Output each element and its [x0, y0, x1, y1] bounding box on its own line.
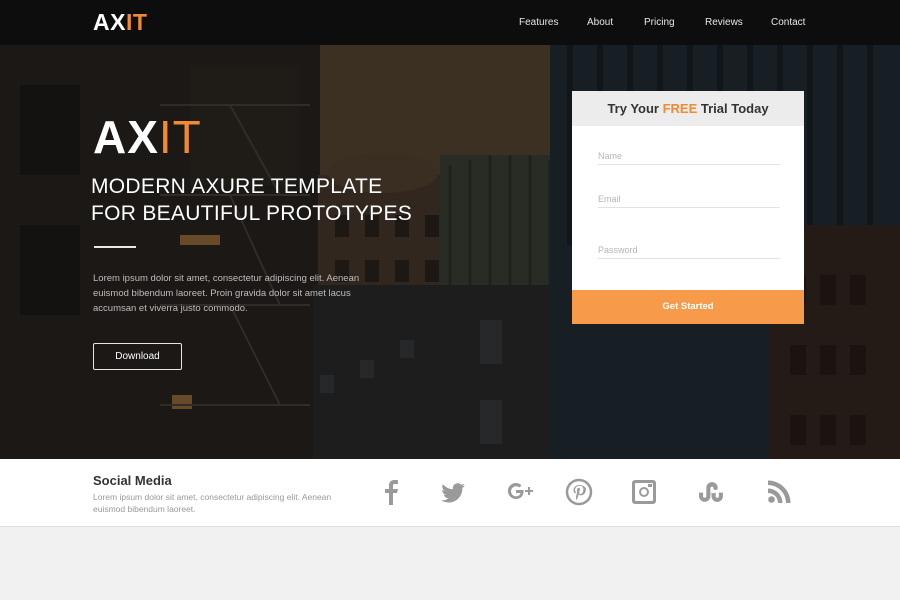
password-field[interactable]: [598, 241, 780, 259]
main-nav: Features About Pricing Reviews Contact: [0, 17, 900, 31]
page-footer-area: [0, 528, 900, 600]
nav-about[interactable]: About: [587, 17, 613, 29]
stumbleupon-icon[interactable]: [697, 477, 727, 507]
twitter-icon[interactable]: [438, 477, 468, 507]
trial-title-prefix: Try Your: [607, 101, 663, 116]
hero-divider: [94, 246, 136, 248]
hero-logo-ax: AX: [93, 111, 159, 163]
hero-logo: AXIT: [93, 113, 202, 161]
instagram-icon[interactable]: [629, 477, 659, 507]
pinterest-icon[interactable]: [564, 477, 594, 507]
hero-headline: MODERN AXURE TEMPLATE FOR BEAUTIFUL PROT…: [91, 173, 451, 227]
social-media-description: Lorem ipsum dolor sit amet, consectetur …: [93, 492, 332, 514]
social-media-title: Social Media: [93, 473, 172, 488]
social-media-section: Social Media Lorem ipsum dolor sit amet,…: [0, 459, 900, 527]
google-plus-icon[interactable]: [505, 477, 535, 507]
name-field[interactable]: [598, 147, 780, 165]
facebook-icon[interactable]: [376, 477, 406, 507]
trial-title-free: FREE: [662, 101, 698, 116]
email-field[interactable]: [598, 190, 780, 208]
rss-icon[interactable]: [764, 477, 794, 507]
get-started-button[interactable]: Get Started: [572, 290, 804, 324]
nav-reviews[interactable]: Reviews: [705, 17, 743, 29]
trial-signup-form: Try Your FREE Trial Today Get Started: [572, 91, 804, 324]
trial-form-title: Try Your FREE Trial Today: [572, 91, 804, 126]
hero-logo-it: IT: [158, 111, 202, 163]
nav-contact[interactable]: Contact: [771, 17, 805, 29]
nav-pricing[interactable]: Pricing: [644, 17, 675, 29]
hero-headline-line-2: FOR BEAUTIFUL PROTOTYPES: [91, 202, 413, 225]
download-button[interactable]: Download: [93, 343, 182, 370]
trial-title-suffix: Trial Today: [697, 101, 769, 116]
nav-features[interactable]: Features: [519, 17, 558, 29]
hero-headline-line-1: MODERN AXURE TEMPLATE: [91, 175, 383, 198]
hero-description: Lorem ipsum dolor sit amet, consectetur …: [93, 273, 360, 314]
top-navigation-bar: AXIT Features About Pricing Reviews Cont…: [0, 0, 900, 45]
